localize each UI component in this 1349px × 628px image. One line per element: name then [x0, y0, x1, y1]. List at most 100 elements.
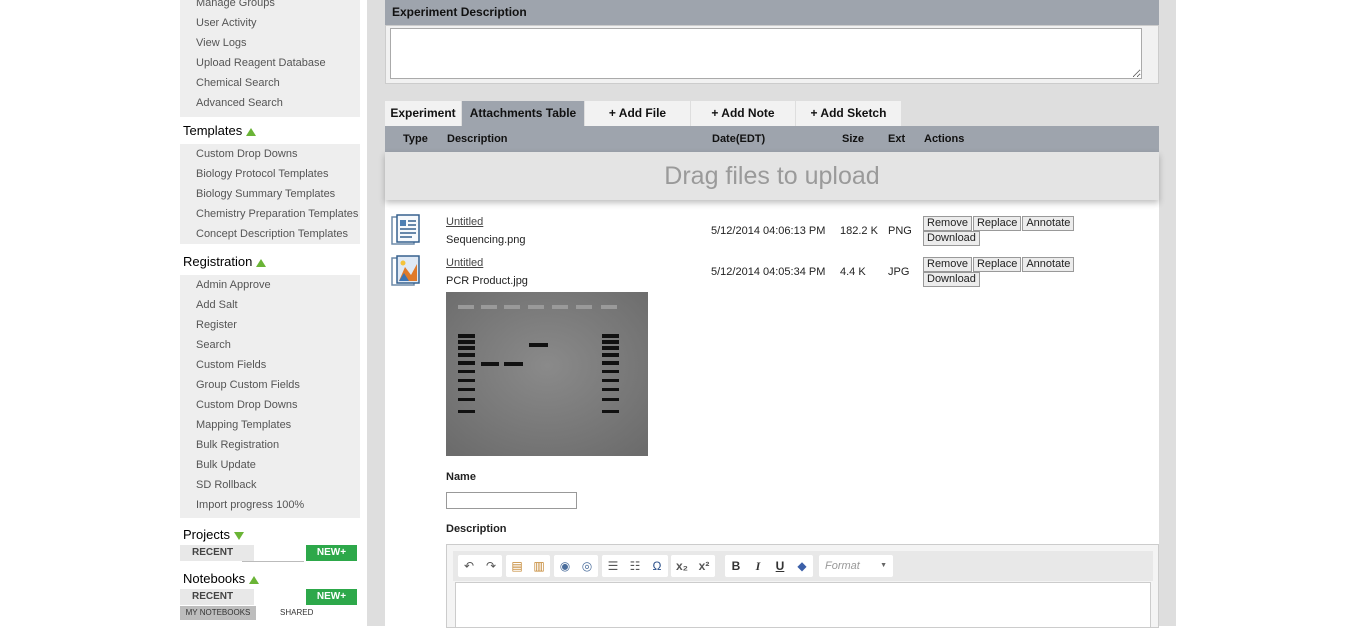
italic-icon[interactable]: I — [747, 555, 769, 577]
tab-experiment[interactable]: Experiment — [385, 101, 461, 126]
shared-tab[interactable]: SHARED — [280, 606, 313, 620]
nav-search[interactable]: Search — [196, 335, 360, 355]
notebooks-subrow: RECENT NEW+ — [180, 589, 360, 605]
superscript-icon[interactable]: x² — [693, 555, 715, 577]
format-dropdown-value: Format — [825, 560, 860, 572]
annotate-button[interactable]: Annotate — [1022, 257, 1075, 272]
attachments-column-header: Type Description Date(EDT) Size Ext Acti… — [385, 126, 1159, 152]
subscript-icon[interactable]: x₂ — [671, 555, 693, 577]
document-icon[interactable] — [390, 214, 422, 246]
experiment-description-textarea[interactable] — [390, 28, 1142, 79]
col-description[interactable]: Description — [447, 126, 508, 152]
attachment-actions: Remove Replace Annotate Download — [923, 257, 1113, 287]
replace-icon[interactable]: ◎ — [576, 555, 598, 577]
nav-bulk-update[interactable]: Bulk Update — [196, 455, 360, 475]
nav-custom-fields[interactable]: Custom Fields — [196, 355, 360, 375]
attachment-size: 4.4 K — [840, 266, 866, 278]
gel-image-preview[interactable] — [446, 292, 648, 456]
attachment-row: Untitled Sequencing.png 5/12/2014 04:06:… — [385, 213, 1159, 253]
nav-user-activity[interactable]: User Activity — [196, 13, 360, 33]
nav-biology-summary-templates[interactable]: Biology Summary Templates — [196, 184, 360, 204]
col-size[interactable]: Size — [842, 126, 864, 152]
nav-import-progress[interactable]: Import progress 100% — [196, 495, 360, 515]
tab-add-file[interactable]: + Add File — [585, 101, 690, 126]
nav-view-logs[interactable]: View Logs — [196, 33, 360, 53]
replace-button[interactable]: Replace — [972, 216, 1022, 231]
nav-custom-drop-downs-reg[interactable]: Custom Drop Downs — [196, 395, 360, 415]
find-icon[interactable]: ◉ — [554, 555, 576, 577]
col-actions[interactable]: Actions — [924, 126, 964, 152]
attachment-title-link[interactable]: Untitled — [446, 257, 483, 269]
attachment-title-link[interactable]: Untitled — [446, 216, 483, 228]
description-label: Description — [446, 523, 507, 535]
expand-arrow-icon — [246, 127, 257, 136]
download-button[interactable]: Download — [923, 231, 980, 246]
registration-title: Registration — [183, 254, 253, 269]
projects-subrow: RECENT NEW+ — [180, 545, 360, 562]
bold-icon[interactable]: B — [725, 555, 747, 577]
eraser-icon[interactable]: ◆ — [791, 555, 813, 577]
projects-new-button[interactable]: NEW+ — [306, 545, 357, 561]
projects-tab-divider — [242, 561, 304, 562]
expand-arrow-icon — [249, 575, 260, 584]
nav-custom-drop-downs[interactable]: Custom Drop Downs — [196, 144, 360, 164]
numbered-list-icon[interactable]: ☰ — [602, 555, 624, 577]
col-type[interactable]: Type — [403, 126, 428, 152]
nav-chemical-search[interactable]: Chemical Search — [196, 73, 360, 93]
my-notebooks-tab[interactable]: MY NOTEBOOKS — [180, 606, 256, 620]
nav-concept-description-templates[interactable]: Concept Description Templates — [196, 224, 360, 244]
undo-icon[interactable]: ↶ — [458, 555, 480, 577]
attachment-actions: Remove Replace Annotate Download — [923, 216, 1113, 246]
special-char-icon[interactable]: Ω — [646, 555, 668, 577]
col-ext[interactable]: Ext — [888, 126, 905, 152]
nav-upload-reagent-database[interactable]: Upload Reagent Database — [196, 53, 360, 73]
col-date[interactable]: Date(EDT) — [712, 126, 765, 152]
format-dropdown[interactable]: Format ▼ — [819, 555, 893, 577]
tab-add-sketch[interactable]: + Add Sketch — [796, 101, 901, 126]
notebooks-new-button[interactable]: NEW+ — [306, 589, 357, 605]
rich-text-editor: ↶ ↷ ▤ ▥ ◉ ◎ ☰ ☷ Ω x₂ x² B I U ◆ Format ▼ — [446, 544, 1159, 628]
nav-group-custom-fields[interactable]: Group Custom Fields — [196, 375, 360, 395]
tab-attachments-table[interactable]: Attachments Table — [462, 101, 584, 126]
nav-sd-rollback[interactable]: SD Rollback — [196, 475, 360, 495]
templates-title: Templates — [183, 123, 243, 138]
history-button-group: ↶ ↷ — [458, 555, 502, 577]
projects-title: Projects — [183, 527, 230, 542]
registration-section-header[interactable]: Registration — [180, 249, 360, 275]
replace-button[interactable]: Replace — [972, 257, 1022, 272]
nav-biology-protocol-templates[interactable]: Biology Protocol Templates — [196, 164, 360, 184]
admin-nav-group: Manage Groups User Activity View Logs Up… — [180, 0, 360, 117]
script-button-group: x₂ x² — [671, 555, 715, 577]
attachment-filename: PCR Product.jpg — [446, 275, 528, 287]
drop-zone[interactable]: Drag files to upload — [385, 152, 1159, 200]
tab-add-note[interactable]: + Add Note — [691, 101, 795, 126]
nav-chemistry-preparation-templates[interactable]: Chemistry Preparation Templates — [196, 204, 360, 224]
nav-advanced-search[interactable]: Advanced Search — [196, 93, 360, 113]
templates-section-header[interactable]: Templates — [180, 118, 360, 144]
name-input[interactable] — [446, 492, 577, 509]
notebooks-recent-tab[interactable]: RECENT — [180, 589, 254, 605]
style-button-group: B I U ◆ — [725, 555, 813, 577]
redo-icon[interactable]: ↷ — [480, 555, 502, 577]
attachment-row: Untitled PCR Product.jpg 5/12/2014 04:05… — [385, 254, 1159, 294]
download-button[interactable]: Download — [923, 272, 980, 287]
nav-mapping-templates[interactable]: Mapping Templates — [196, 415, 360, 435]
nav-add-salt[interactable]: Add Salt — [196, 295, 360, 315]
nav-admin-approve[interactable]: Admin Approve — [196, 275, 360, 295]
bulleted-list-icon[interactable]: ☷ — [624, 555, 646, 577]
image-icon[interactable] — [390, 255, 422, 287]
nav-register[interactable]: Register — [196, 315, 360, 335]
paste-icon[interactable]: ▤ — [506, 555, 528, 577]
remove-button[interactable]: Remove — [923, 257, 972, 272]
paste-text-icon[interactable]: ▥ — [528, 555, 550, 577]
annotate-button[interactable]: Annotate — [1022, 216, 1075, 231]
projects-recent-tab[interactable]: RECENT — [180, 545, 254, 561]
nav-manage-groups[interactable]: Manage Groups — [196, 0, 360, 13]
nav-bulk-registration[interactable]: Bulk Registration — [196, 435, 360, 455]
templates-nav-group: Custom Drop Downs Biology Protocol Templ… — [180, 144, 360, 244]
name-label: Name — [446, 471, 476, 483]
registration-nav-group: Admin Approve Add Salt Register Search C… — [180, 275, 360, 518]
underline-icon[interactable]: U — [769, 555, 791, 577]
remove-button[interactable]: Remove — [923, 216, 972, 231]
editor-content-area[interactable] — [455, 582, 1151, 627]
